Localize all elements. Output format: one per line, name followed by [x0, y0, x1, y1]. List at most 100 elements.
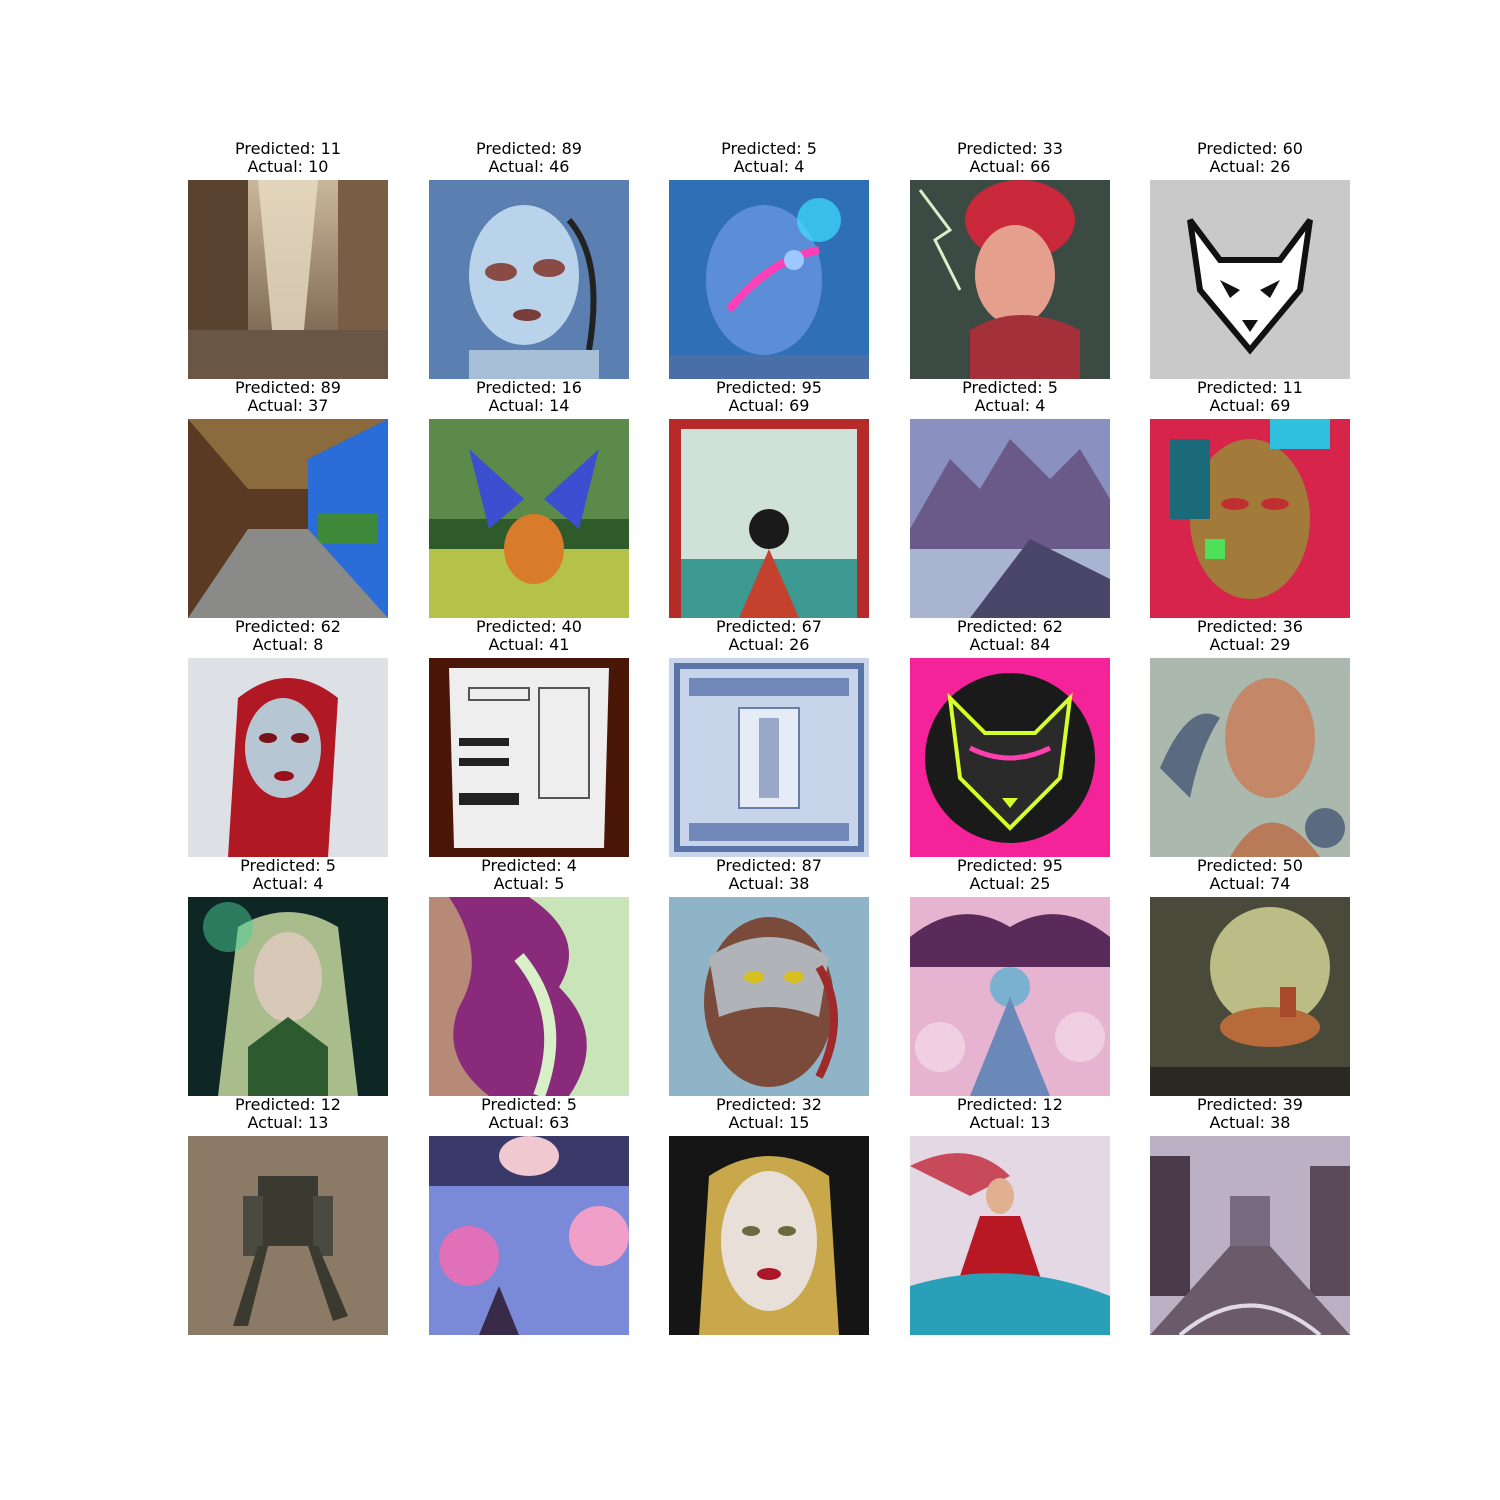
actual-label: Actual: 74: [1209, 874, 1291, 893]
fox-logo-image: [1150, 180, 1350, 379]
cell-title: Predicted: 32 Actual: 15: [649, 1096, 889, 1132]
red-hair-woman-lightning-image: [910, 180, 1110, 379]
actual-label: Actual: 4: [252, 874, 324, 893]
cell-title: Predicted: 12 Actual: 13: [168, 1096, 408, 1132]
cell-title: Predicted: 4 Actual: 5: [409, 857, 649, 893]
tunnel-landscape-window-image: [188, 419, 388, 618]
technical-document-image: [429, 658, 629, 857]
futuristic-city-highway-image: [1150, 1136, 1350, 1335]
image-grid-figure: Predicted: 11 Actual: 10 Predicted: 89 Act…: [0, 0, 1500, 1500]
cell-title: Predicted: 89 Actual: 46: [409, 140, 649, 176]
anime-pastel-sky-image: [429, 1136, 629, 1335]
predicted-label: Predicted: 12: [235, 1095, 341, 1114]
cell-title: Predicted: 16 Actual: 14: [409, 379, 649, 415]
anime-girl-pink-clouds-image: [910, 897, 1110, 1096]
cell-title: Predicted: 87 Actual: 38: [649, 857, 889, 893]
predicted-label: Predicted: 89: [476, 139, 582, 158]
anime-poster-image: [669, 419, 869, 618]
predicted-label: Predicted: 11: [1197, 378, 1303, 397]
cell-title: Predicted: 40 Actual: 41: [409, 618, 649, 654]
cell-title: Predicted: 5 Actual: 4: [649, 140, 889, 176]
cell-title: Predicted: 89 Actual: 37: [168, 379, 408, 415]
predicted-label: Predicted: 33: [957, 139, 1063, 158]
red-dress-woman-waves-image: [910, 1136, 1110, 1335]
actual-label: Actual: 4: [974, 396, 1046, 415]
cell-title: Predicted: 50 Actual: 74: [1130, 857, 1370, 893]
actual-label: Actual: 63: [488, 1113, 570, 1132]
actual-label: Actual: 4: [733, 157, 805, 176]
cell-title: Predicted: 5 Actual: 4: [890, 379, 1130, 415]
actual-label: Actual: 5: [493, 874, 565, 893]
actual-label: Actual: 26: [1209, 157, 1291, 176]
predicted-label: Predicted: 32: [716, 1095, 822, 1114]
cell-title: Predicted: 11 Actual: 69: [1130, 379, 1370, 415]
ruined-city-street-image: [188, 180, 388, 379]
actual-label: Actual: 13: [247, 1113, 329, 1132]
neon-cyborg-woman-image: [1150, 419, 1350, 618]
actual-label: Actual: 29: [1209, 635, 1291, 654]
predicted-label: Predicted: 62: [957, 617, 1063, 636]
cell-title: Predicted: 95 Actual: 25: [890, 857, 1130, 893]
predicted-label: Predicted: 11: [235, 139, 341, 158]
cell-title: Predicted: 36 Actual: 29: [1130, 618, 1370, 654]
predicted-label: Predicted: 12: [957, 1095, 1063, 1114]
cell-title: Predicted: 5 Actual: 63: [409, 1096, 649, 1132]
actual-label: Actual: 15: [728, 1113, 810, 1132]
bald-figure-robotic-arms-image: [1150, 658, 1350, 857]
neon-wolf-pink-image: [910, 658, 1110, 857]
cell-title: Predicted: 67 Actual: 26: [649, 618, 889, 654]
actual-label: Actual: 46: [488, 157, 570, 176]
red-hair-pale-woman-image: [188, 658, 388, 857]
predicted-label: Predicted: 40: [476, 617, 582, 636]
actual-label: Actual: 8: [252, 635, 324, 654]
cell-title: Predicted: 95 Actual: 69: [649, 379, 889, 415]
predicted-label: Predicted: 62: [235, 617, 341, 636]
blue-dragon-forest-image: [429, 419, 629, 618]
cell-title: Predicted: 12 Actual: 13: [890, 1096, 1130, 1132]
actual-label: Actual: 69: [728, 396, 810, 415]
actual-label: Actual: 26: [728, 635, 810, 654]
cell-title: Predicted: 5 Actual: 4: [168, 857, 408, 893]
actual-label: Actual: 41: [488, 635, 570, 654]
actual-label: Actual: 38: [728, 874, 810, 893]
blue-blueprint-board-image: [669, 658, 869, 857]
horse-rider-fog-image: [1150, 897, 1350, 1096]
actual-label: Actual: 10: [247, 157, 329, 176]
cell-title: Predicted: 62 Actual: 8: [168, 618, 408, 654]
predicted-label: Predicted: 5: [962, 378, 1058, 397]
predicted-label: Predicted: 4: [481, 856, 577, 875]
predicted-label: Predicted: 60: [1197, 139, 1303, 158]
cell-title: Predicted: 11 Actual: 10: [168, 140, 408, 176]
wavy-hair-woman-profile-image: [429, 897, 629, 1096]
predicted-label: Predicted: 39: [1197, 1095, 1303, 1114]
predicted-label: Predicted: 5: [481, 1095, 577, 1114]
actual-label: Actual: 14: [488, 396, 570, 415]
predicted-label: Predicted: 87: [716, 856, 822, 875]
green-elf-woman-image: [188, 897, 388, 1096]
predicted-label: Predicted: 5: [240, 856, 336, 875]
blonde-woman-portrait-image: [669, 1136, 869, 1335]
cell-title: Predicted: 60 Actual: 26: [1130, 140, 1370, 176]
armored-robot-image: [188, 1136, 388, 1335]
predicted-label: Predicted: 67: [716, 617, 822, 636]
predicted-label: Predicted: 95: [957, 856, 1063, 875]
actual-label: Actual: 25: [969, 874, 1051, 893]
pale-cyborg-face-image: [429, 180, 629, 379]
predicted-label: Predicted: 89: [235, 378, 341, 397]
predicted-label: Predicted: 50: [1197, 856, 1303, 875]
actual-label: Actual: 13: [969, 1113, 1051, 1132]
cell-title: Predicted: 39 Actual: 38: [1130, 1096, 1370, 1132]
cyborg-man-portrait-image: [669, 897, 869, 1096]
purple-mountains-lake-image: [910, 419, 1110, 618]
actual-label: Actual: 84: [969, 635, 1051, 654]
blue-neon-cyborg-face-image: [669, 180, 869, 379]
cell-title: Predicted: 62 Actual: 84: [890, 618, 1130, 654]
predicted-label: Predicted: 36: [1197, 617, 1303, 636]
actual-label: Actual: 38: [1209, 1113, 1291, 1132]
actual-label: Actual: 66: [969, 157, 1051, 176]
predicted-label: Predicted: 5: [721, 139, 817, 158]
predicted-label: Predicted: 95: [716, 378, 822, 397]
actual-label: Actual: 37: [247, 396, 329, 415]
predicted-label: Predicted: 16: [476, 378, 582, 397]
cell-title: Predicted: 33 Actual: 66: [890, 140, 1130, 176]
